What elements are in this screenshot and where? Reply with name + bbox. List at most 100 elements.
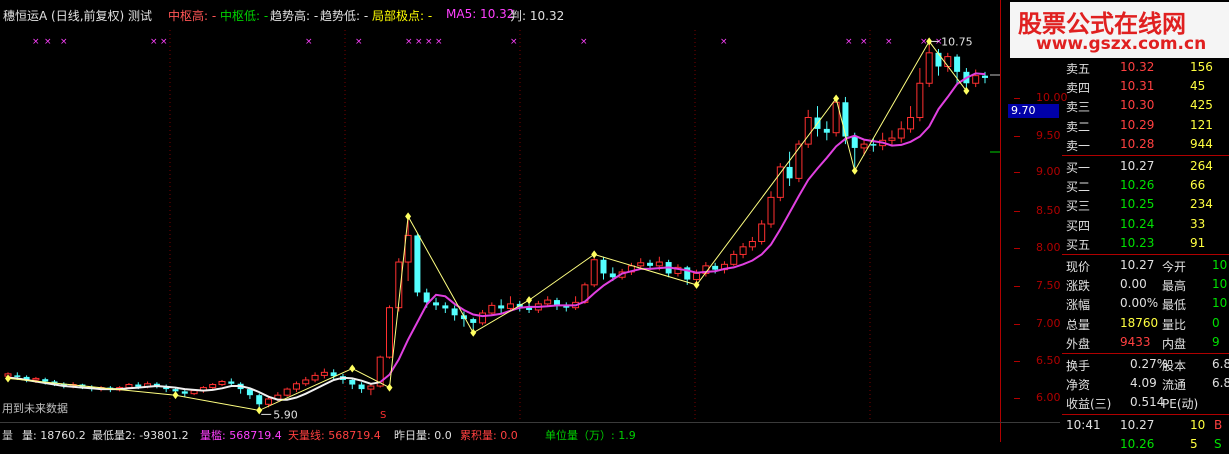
quote-label-2: 量比 (1162, 317, 1187, 332)
candle-body (358, 384, 365, 390)
ask-volume: 45 (1190, 79, 1206, 94)
price-tick-label: 8.00 (1036, 241, 1061, 254)
ask-row: 卖二 10.29 121 (1062, 116, 1229, 135)
price-tick-label: 9.50 (1036, 129, 1061, 142)
quote-label: 现价 (1066, 260, 1091, 274)
site-watermark: 股票公式在线网 www.gszx.com.cn (1010, 2, 1229, 58)
candle-body (739, 246, 747, 255)
candle-body (609, 273, 616, 278)
ask-price: 10.29 (1120, 117, 1155, 132)
bid-volume: 91 (1190, 235, 1206, 250)
quote-value: 9433 (1120, 334, 1151, 349)
ask-label: 卖四 (1066, 81, 1091, 96)
candle-body (423, 292, 430, 303)
quote-row: 外盘 9433 内盘 9 (1062, 333, 1229, 352)
quote-label-2: 最低 (1162, 298, 1187, 313)
candle-body (125, 384, 133, 389)
candle-body (190, 390, 198, 395)
fund-value: 0.514 (1130, 395, 1165, 410)
tick-time: 10:41 (1066, 417, 1101, 432)
candle-body (712, 265, 719, 270)
price-tick-mark (1014, 398, 1020, 399)
candle-body (748, 240, 756, 248)
quote-row: 现价 10.27 今开 10 (1062, 256, 1229, 275)
price-tick-mark (1014, 172, 1020, 173)
signal-marker: × (355, 37, 363, 47)
bid-volume: 264 (1190, 159, 1213, 173)
quote-value-2: 10 (1212, 296, 1228, 311)
candle-body (498, 305, 505, 309)
quote-value-2: 9 (1212, 334, 1220, 349)
quote-value: 10.27 (1120, 258, 1155, 272)
high-annotation: 10.75 (941, 35, 973, 48)
quote-label: 总量 (1066, 317, 1091, 332)
panel-separator (1062, 353, 1229, 354)
sell-signal-marker: S (380, 410, 386, 421)
signal-marker: × (150, 37, 158, 47)
ask-price: 10.31 (1120, 79, 1155, 94)
candle-body (385, 307, 393, 358)
signal-marker: × (405, 37, 413, 47)
candle-body (414, 235, 421, 293)
price-tick-mark (1014, 286, 1020, 287)
quote-label-2: 最高 (1162, 279, 1187, 294)
zigzag-vertex (256, 406, 263, 415)
candle-body (32, 377, 40, 381)
bid-row: 买一 10.27 264 (1062, 157, 1229, 176)
quote-value: 0.00% (1120, 296, 1159, 311)
signal-marker: × (44, 37, 52, 47)
candle-body (228, 381, 235, 384)
ask-price: 10.32 (1120, 60, 1155, 74)
bid-row: 买五 10.23 91 (1062, 234, 1229, 253)
bid-row: 买四 10.24 33 (1062, 215, 1229, 234)
signal-marker: × (885, 37, 893, 47)
zigzag-vertex (172, 391, 179, 400)
candle-body (311, 374, 319, 381)
ask-volume: 944 (1190, 136, 1213, 151)
candle-body (776, 166, 784, 198)
price-tick-label: 7.50 (1036, 279, 1061, 292)
fund-label: 净资 (1066, 378, 1091, 393)
candle-body (925, 52, 933, 84)
price-axis (1000, 0, 1063, 442)
candle-body (888, 137, 896, 141)
ask-row: 卖三 10.30 425 (1062, 96, 1229, 115)
candle-body (907, 116, 915, 130)
quote-value: 18760 (1120, 315, 1159, 330)
candle-body (320, 371, 328, 376)
zigzag-vertex (386, 383, 393, 392)
price-tick-label: 6.50 (1036, 354, 1061, 367)
bid-volume: 66 (1190, 178, 1206, 193)
fund-label: 收益(三) (1066, 397, 1112, 412)
bid-label: 买四 (1066, 218, 1091, 233)
tick-volume: 10 (1190, 417, 1206, 432)
vol-prefix: 量 (2, 429, 13, 442)
bid-row: 买三 10.25 234 (1062, 195, 1229, 214)
zigzag-line (7, 40, 967, 411)
signal-marker: × (415, 37, 423, 47)
candle-body (935, 52, 942, 67)
zigzag-vertex (349, 364, 356, 373)
signal-marker: × (860, 37, 868, 47)
candle-body (292, 383, 300, 390)
ask-label: 卖五 (1066, 62, 1091, 76)
bid-price: 10.23 (1120, 235, 1155, 250)
vol-threshold: 量槛: 568719.4 (200, 429, 282, 442)
candle-body (842, 102, 849, 137)
candle-body (823, 128, 830, 133)
candle-body (804, 116, 812, 145)
panel-separator (1062, 413, 1229, 415)
signal-marker: × (720, 37, 728, 47)
signal-marker: × (425, 37, 433, 47)
candle-body (433, 302, 440, 306)
candlestick-chart[interactable]: × × × × × × × × × × × × × × × × × × ×10.755.90 S (0, 0, 1000, 422)
quote-row: 涨跌 0.00 最高 10 (1062, 275, 1229, 294)
low-annotation: 5.90 (273, 408, 298, 421)
bid-label: 买二 (1066, 180, 1091, 195)
price-tick-label: 8.50 (1036, 204, 1061, 217)
price-tick-mark (1014, 324, 1020, 325)
candle-body (479, 312, 487, 324)
candle-body (897, 128, 905, 139)
quote-value-2: 10 (1212, 258, 1228, 272)
candle-body (730, 253, 738, 265)
